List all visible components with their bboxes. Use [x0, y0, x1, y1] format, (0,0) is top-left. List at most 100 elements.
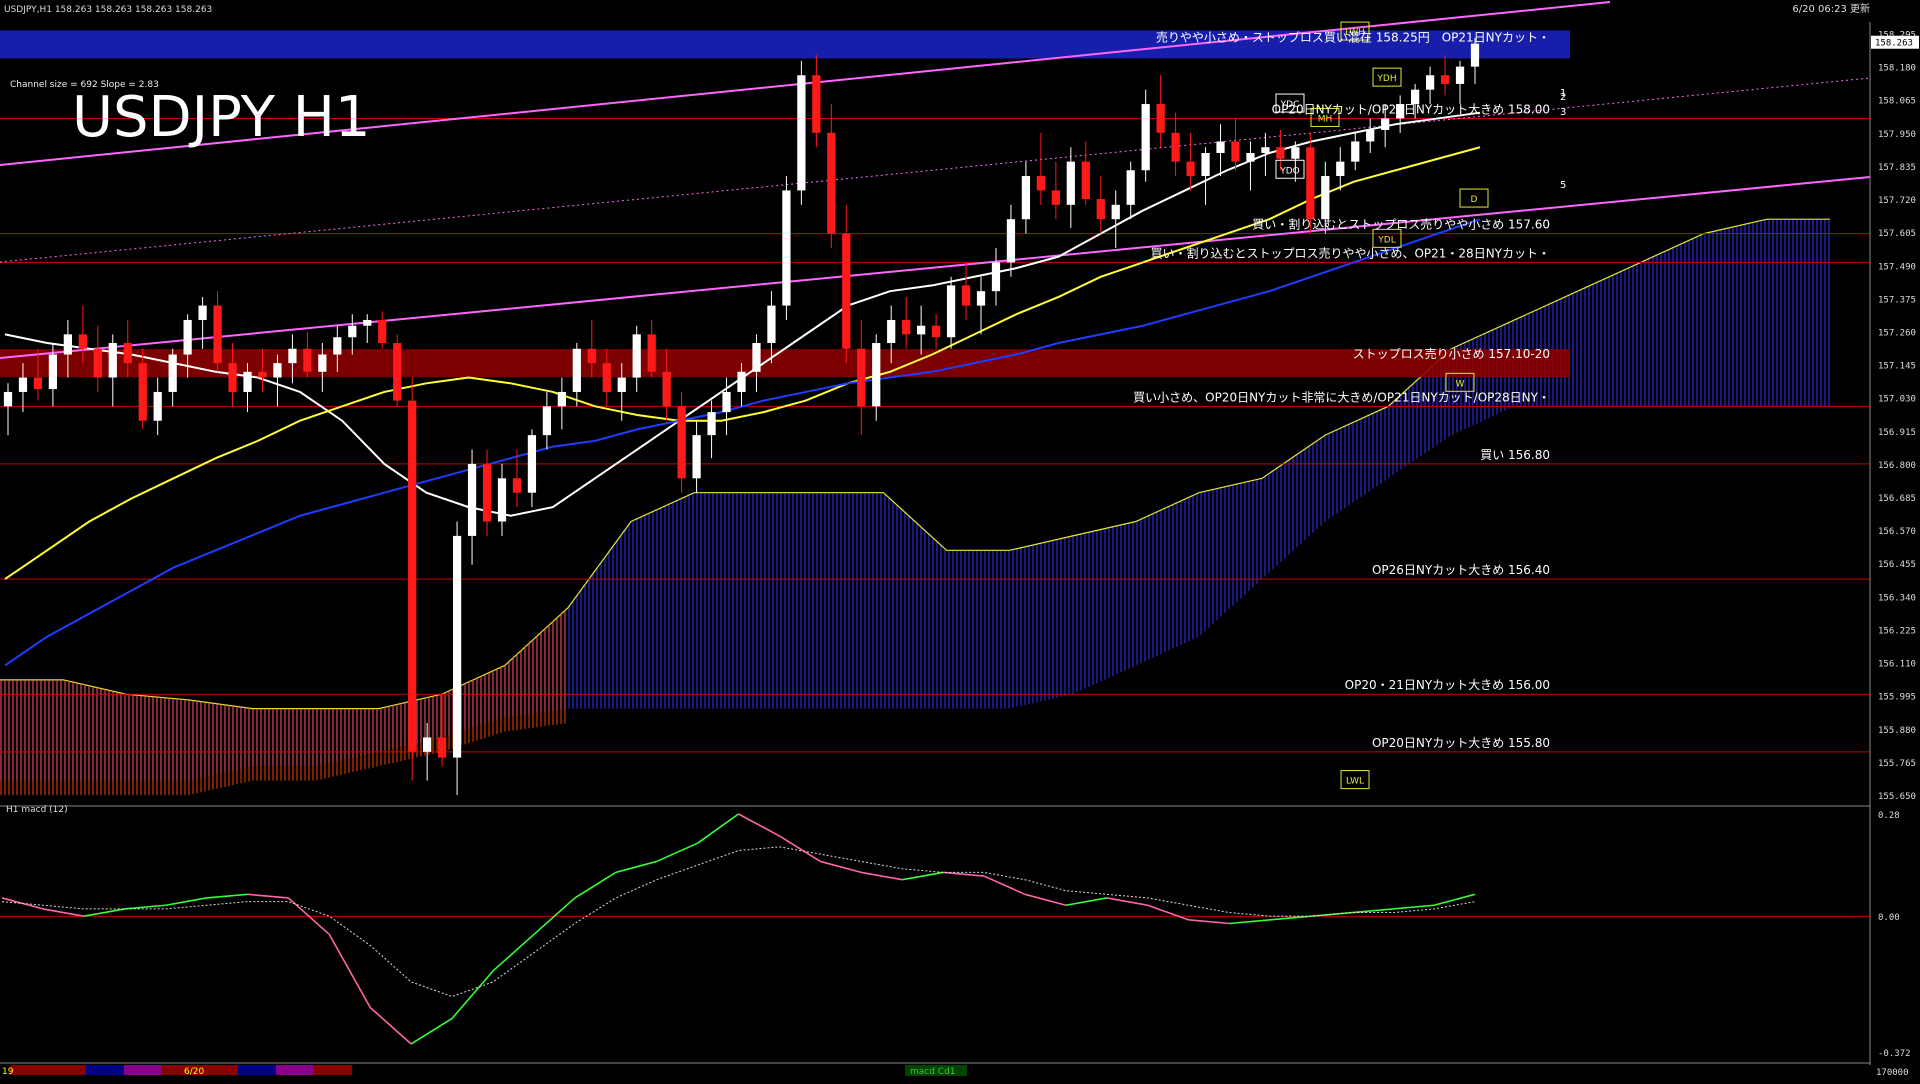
candle-body [587, 348, 596, 364]
current-price-label: 158.263 [1875, 39, 1913, 49]
candle-body [647, 334, 656, 372]
marker-label: YDO [1279, 166, 1300, 176]
candle-body [452, 535, 462, 758]
candle-body [1381, 118, 1390, 130]
candle-body [931, 325, 941, 338]
channel-number: 2 [1560, 92, 1566, 103]
candle-body [677, 406, 686, 479]
price-tick-label: 156.110 [1878, 660, 1916, 670]
price-tick-label: 156.455 [1878, 560, 1916, 570]
candle-body [512, 478, 522, 493]
price-tick-label: 156.570 [1878, 527, 1916, 537]
candle-body [797, 75, 806, 191]
chart-window: YDC YDH YDO YDL LWH LWL MH W D 1 2 3 5 売りやや小さめ・ストップロ… [0, 0, 1920, 1080]
price-tick-label: 158.065 [1878, 97, 1916, 107]
candle-body [63, 334, 72, 355]
candle-body [1141, 104, 1150, 171]
candle-body [1440, 75, 1450, 84]
level-annotation: 買い・割り込むとストップロス売りやや小さめ 157.60 [1252, 217, 1550, 232]
candle-body [93, 348, 102, 378]
price-tick-label: 157.375 [1878, 295, 1916, 305]
level-annotation: 買い・割り込むとストップロス売りやや小さめ、OP21・28日NYカット・ [1150, 245, 1550, 260]
level-annotation: ストップロス売り小さめ 157.10-20 [1353, 346, 1550, 361]
candle-body [707, 412, 716, 436]
price-tick-label: 155.995 [1878, 693, 1916, 703]
channel-number: 5 [1560, 180, 1566, 191]
datetime-label: 6/20 06:23 更新 [1792, 2, 1870, 15]
candle-body [198, 305, 207, 320]
candle-body [1096, 199, 1105, 220]
candle-body [1021, 176, 1031, 220]
level-annotation: OP20・21日NYカット大きめ 156.00 [1345, 678, 1550, 692]
candle-body [827, 132, 836, 234]
price-tick-label: 157.030 [1878, 395, 1916, 405]
candle-body [1081, 161, 1090, 200]
candle-body [123, 343, 132, 364]
level-annotation: OP20日NYカット/OP28日NYカット大きめ 158.00 [1272, 102, 1550, 116]
candle-body [632, 334, 641, 378]
candle-body [333, 337, 342, 355]
candle-body [1291, 147, 1300, 159]
session-segment [314, 1065, 352, 1075]
candle-body [1261, 147, 1270, 153]
marker-label: YDL [1377, 235, 1395, 245]
candle-body [842, 233, 851, 349]
candle-body [318, 354, 327, 372]
candle-body [48, 354, 58, 390]
price-tick-label: 156.225 [1878, 626, 1916, 636]
candle-body [213, 305, 222, 364]
candle-body [1425, 75, 1435, 90]
candle-body [617, 377, 626, 392]
candle-body [602, 363, 611, 392]
candle-body [243, 371, 252, 392]
candle-body [1111, 204, 1120, 220]
price-tick-label: 158.180 [1878, 64, 1916, 74]
candle-body [378, 319, 387, 344]
candle-body [303, 348, 312, 372]
candle-body [467, 463, 477, 536]
candle-body [1036, 176, 1046, 191]
candle-body [1201, 152, 1210, 177]
candle-body [288, 348, 297, 364]
candle-body [782, 190, 791, 306]
candle-body [1306, 147, 1315, 220]
candle-body [258, 371, 267, 378]
marker-label: D [1471, 195, 1478, 205]
session-segment [10, 1065, 48, 1075]
candle-body [1321, 176, 1330, 220]
candle-body [1351, 141, 1360, 162]
candle-body [1216, 141, 1225, 153]
candle-body [737, 371, 746, 392]
candle-body [542, 406, 552, 436]
candle-body [872, 343, 881, 407]
macd-tick-label: 0.28 [1878, 811, 1900, 821]
marker-label: YDH [1376, 74, 1396, 84]
candle-body [1366, 129, 1375, 142]
session-segment [276, 1065, 314, 1075]
candle-body [1470, 43, 1480, 67]
candle-body [273, 363, 282, 378]
price-tick-label: 156.340 [1878, 593, 1916, 603]
symbol-info: USDJPY,H1 158.263 158.263 158.263 158.26… [4, 5, 212, 15]
candle-body [1126, 170, 1135, 205]
candle-body [1276, 147, 1285, 159]
macd-tick-label: -0.372 [1878, 1049, 1911, 1059]
session-segment [238, 1065, 276, 1075]
candle-body [408, 400, 417, 752]
candle-body [3, 391, 13, 407]
channel-number: 3 [1560, 107, 1566, 118]
level-annotation: OP26日NYカット大きめ 156.40 [1372, 563, 1550, 577]
price-tick-label: 157.720 [1878, 196, 1916, 206]
candle-body [348, 325, 357, 338]
candle-body [917, 325, 926, 335]
session-segment [48, 1065, 86, 1075]
candle-body [572, 348, 581, 392]
indicator-tag: macd Cd1 [910, 1067, 956, 1077]
candle-body [228, 363, 237, 392]
candle-body [692, 435, 701, 479]
macd-label: H1 macd (12) [6, 805, 68, 815]
candle-body [108, 343, 117, 378]
marker-label: LWL [1346, 777, 1364, 787]
marker-label: W [1456, 379, 1465, 389]
candle-body [976, 291, 986, 306]
